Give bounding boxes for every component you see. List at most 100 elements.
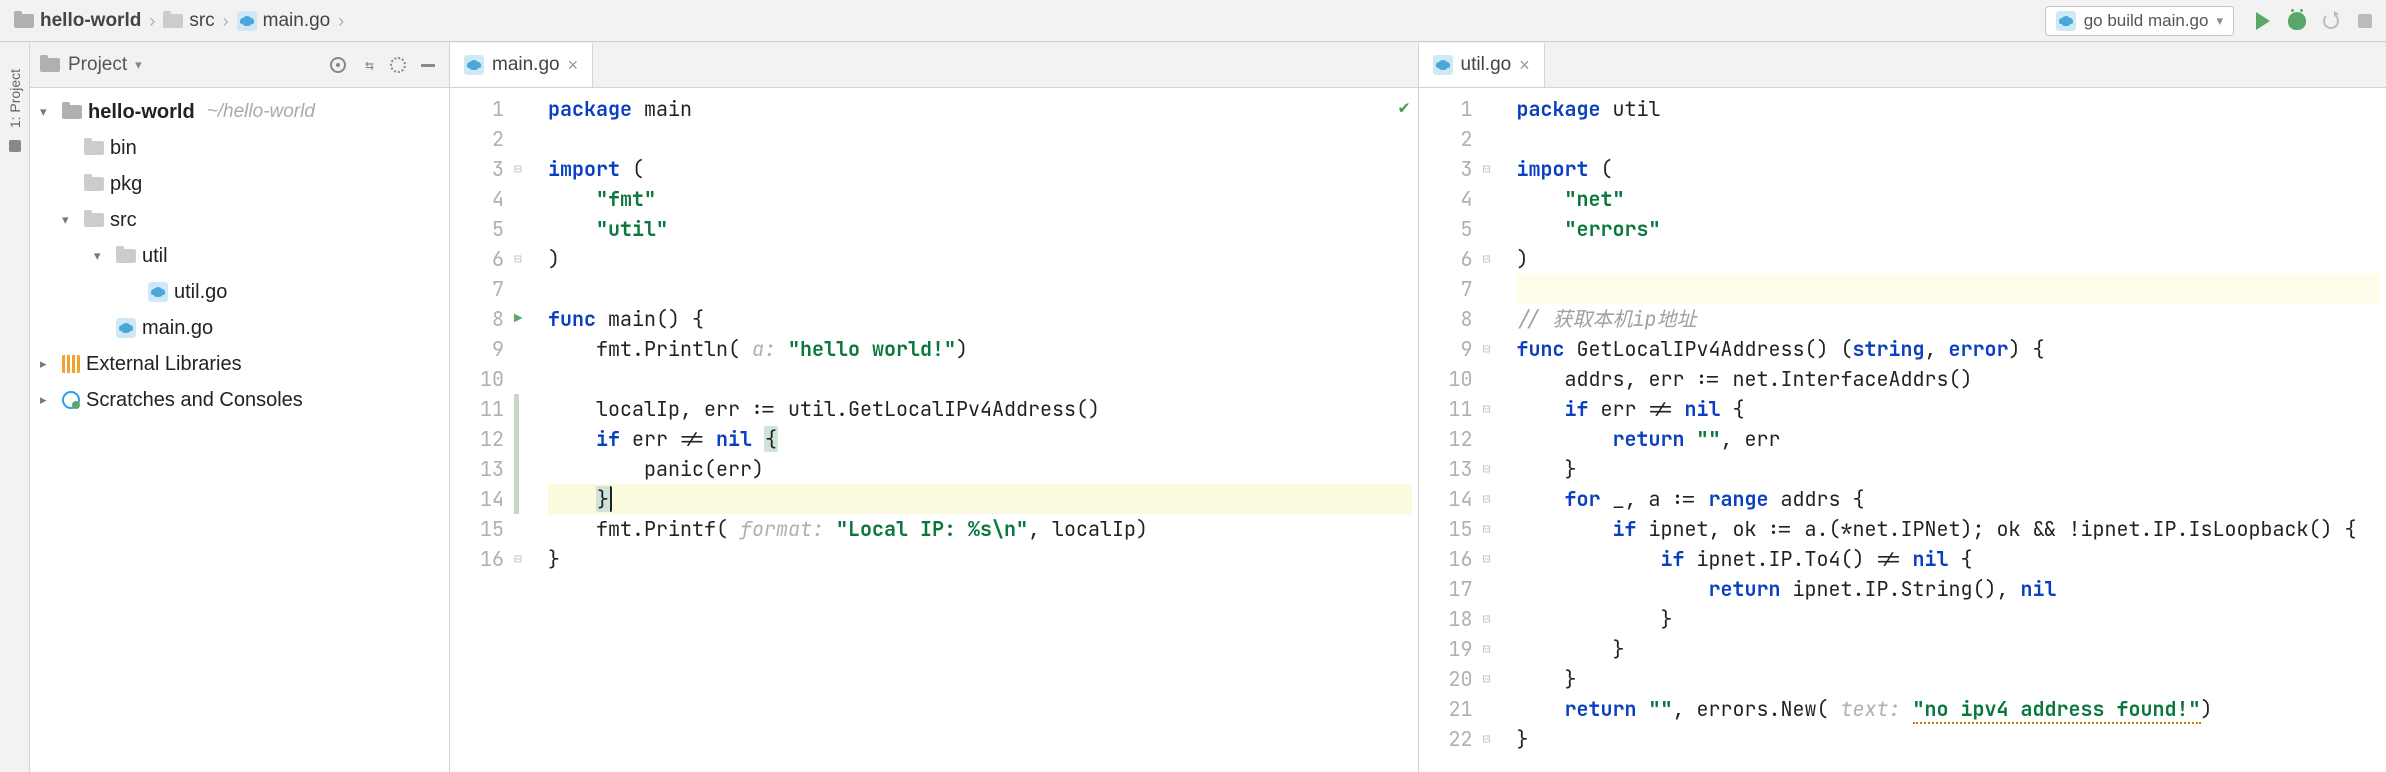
settings-button[interactable] bbox=[387, 54, 409, 76]
code-line[interactable]: "errors" bbox=[1517, 214, 2381, 244]
code-line[interactable]: func main() { bbox=[548, 304, 1412, 334]
tree-row[interactable]: bin bbox=[32, 130, 449, 166]
code-line[interactable]: ) bbox=[548, 244, 1412, 274]
fold-toggle[interactable]: ⊟ bbox=[1483, 339, 1491, 359]
code-line[interactable]: panic(err) bbox=[548, 454, 1412, 484]
line-number-gutter[interactable]: 12345678910111213141516171819202122 bbox=[1419, 88, 1483, 772]
debug-button[interactable] bbox=[2286, 10, 2308, 32]
code-line[interactable]: "util" bbox=[548, 214, 1412, 244]
code-line[interactable]: import ( bbox=[548, 154, 1412, 184]
code-line[interactable] bbox=[548, 364, 1412, 394]
fold-toggle[interactable]: ⊟ bbox=[514, 549, 522, 569]
code-line[interactable] bbox=[548, 124, 1412, 154]
code-line[interactable]: } bbox=[1517, 454, 2381, 484]
fold-toggle[interactable]: ⊟ bbox=[1483, 399, 1491, 419]
code-line[interactable]: "fmt" bbox=[548, 184, 1412, 214]
code-line[interactable]: return ipnet.IP.String(), nil bbox=[1517, 574, 2381, 604]
breadcrumb-item[interactable]: hello-world bbox=[10, 8, 145, 34]
code-line[interactable]: addrs, err := net.InterfaceAddrs() bbox=[1517, 364, 2381, 394]
structure-toolwindow-icon[interactable] bbox=[9, 140, 21, 152]
fold-toggle[interactable]: ⊟ bbox=[1483, 489, 1491, 509]
fold-toggle[interactable]: ⊟ bbox=[514, 249, 522, 269]
rerun-button[interactable] bbox=[2320, 10, 2342, 32]
code-line[interactable]: import ( bbox=[1517, 154, 2381, 184]
close-tab-button[interactable]: × bbox=[1519, 55, 1530, 76]
editor-tab[interactable]: main.go× bbox=[450, 43, 593, 87]
fold-gutter[interactable]: ⊟ ⊟ ▶ ⊟ bbox=[514, 88, 548, 772]
tree-item-label: pkg bbox=[110, 173, 142, 196]
code-line[interactable]: } bbox=[1517, 604, 2381, 634]
code-line[interactable]: } bbox=[548, 544, 1412, 574]
code-line[interactable]: for _, a := range addrs { bbox=[1517, 484, 2381, 514]
code-line[interactable]: } bbox=[1517, 664, 2381, 694]
expand-all-button[interactable]: ⇆ bbox=[357, 54, 379, 76]
fold-toggle[interactable]: ⊟ bbox=[1483, 159, 1491, 179]
tree-row[interactable]: util.go bbox=[32, 274, 449, 310]
hide-button[interactable] bbox=[417, 54, 439, 76]
code-line[interactable] bbox=[1517, 274, 2381, 304]
code-line[interactable]: func GetLocalIPv4Address() (string, erro… bbox=[1517, 334, 2381, 364]
code-line[interactable]: return "", err bbox=[1517, 424, 2381, 454]
code-line[interactable] bbox=[1517, 124, 2381, 154]
fold-toggle[interactable]: ⊟ bbox=[1483, 669, 1491, 689]
tree-row[interactable]: ▾src bbox=[32, 202, 449, 238]
fold-toggle[interactable]: ⊟ bbox=[1483, 729, 1491, 749]
run-config-selector[interactable]: go build main.go ▾ bbox=[2045, 6, 2234, 36]
code-line[interactable]: if ipnet.IP.To4() != nil { bbox=[1517, 544, 2381, 574]
fold-toggle[interactable]: ⊟ bbox=[1483, 519, 1491, 539]
project-tree[interactable]: ▾hello-world~/hello-worldbinpkg▾src▾util… bbox=[30, 88, 449, 772]
tree-item-label: src bbox=[110, 209, 137, 232]
fold-toggle[interactable]: ⊟ bbox=[1483, 609, 1491, 629]
tree-row[interactable]: main.go bbox=[32, 310, 449, 346]
tree-row[interactable]: ▸Scratches and Consoles bbox=[32, 382, 449, 418]
fold-gutter[interactable]: ⊟ ⊟ ⊟ ⊟ ⊟ ⊟ ⊟ ⊟ ⊟ ⊟ ⊟ ⊟ bbox=[1483, 88, 1517, 772]
run-button[interactable] bbox=[2252, 10, 2274, 32]
code-line[interactable] bbox=[548, 274, 1412, 304]
code-line[interactable]: package util bbox=[1517, 94, 2381, 124]
code-editor[interactable]: 12345678910111213141516⊟⊟▶⊟✔package main… bbox=[450, 88, 1418, 772]
close-tab-button[interactable]: × bbox=[568, 55, 579, 76]
code-line[interactable]: package main bbox=[548, 94, 1412, 124]
breadcrumb-item[interactable]: main.go bbox=[233, 8, 335, 34]
tree-arrow-icon: ▾ bbox=[40, 104, 56, 120]
fold-toggle[interactable]: ⊟ bbox=[1483, 459, 1491, 479]
top-toolbar: hello-world›src›main.go› go build main.g… bbox=[0, 0, 2386, 42]
tree-row[interactable]: ▾hello-world~/hello-world bbox=[32, 94, 449, 130]
fold-toggle[interactable]: ⊟ bbox=[514, 159, 522, 179]
line-number-gutter[interactable]: 12345678910111213141516 bbox=[450, 88, 514, 772]
code-line[interactable]: fmt.Printf( format: "Local IP: %s\n", lo… bbox=[548, 514, 1412, 544]
code-line[interactable]: if ipnet, ok := a.(*net.IPNet); ok && !i… bbox=[1517, 514, 2381, 544]
code-line[interactable]: // 获取本机ip地址 bbox=[1517, 304, 2381, 334]
code-line[interactable]: } bbox=[548, 484, 1412, 514]
tree-arrow-icon: ▸ bbox=[40, 356, 56, 372]
editor-tab-label: util.go bbox=[1461, 54, 1512, 76]
code-line[interactable]: } bbox=[1517, 634, 2381, 664]
code-editor[interactable]: 12345678910111213141516171819202122⊟⊟⊟⊟⊟… bbox=[1419, 88, 2386, 772]
code-line[interactable]: fmt.Println( a: "hello world!") bbox=[548, 334, 1412, 364]
chevron-down-icon[interactable]: ▾ bbox=[135, 57, 142, 73]
fold-toggle[interactable]: ⊟ bbox=[1483, 639, 1491, 659]
tree-row[interactable]: ▸External Libraries bbox=[32, 346, 449, 382]
code-content[interactable]: package util import ( "net" "errors") // 获… bbox=[1517, 88, 2386, 772]
select-opened-file-button[interactable] bbox=[327, 54, 349, 76]
tree-row[interactable]: pkg bbox=[32, 166, 449, 202]
breadcrumb-label: hello-world bbox=[40, 10, 141, 32]
code-content[interactable]: ✔package mainimport ( "fmt" "util")func … bbox=[548, 88, 1418, 772]
code-line[interactable]: if err != nil { bbox=[548, 424, 1412, 454]
code-line[interactable]: "net" bbox=[1517, 184, 2381, 214]
code-line[interactable]: return "", errors.New( text: "no ipv4 ad… bbox=[1517, 694, 2381, 724]
tree-row[interactable]: ▾util bbox=[32, 238, 449, 274]
breadcrumb-item[interactable]: src bbox=[159, 8, 218, 34]
code-line[interactable]: localIp, err := util.GetLocalIPv4Address… bbox=[548, 394, 1412, 424]
project-pane: Project ▾ ⇆ ▾hello-world~/hello-worldbin… bbox=[30, 43, 450, 772]
fold-toggle[interactable]: ⊟ bbox=[1483, 549, 1491, 569]
code-line[interactable]: if err != nil { bbox=[1517, 394, 2381, 424]
run-line-marker[interactable]: ▶ bbox=[514, 309, 522, 330]
editor-tab[interactable]: util.go × bbox=[1419, 43, 1545, 87]
folder-dark-icon bbox=[62, 105, 82, 119]
fold-toggle[interactable]: ⊟ bbox=[1483, 249, 1491, 269]
project-toolwindow-tab[interactable]: 1: Project bbox=[7, 63, 23, 134]
stop-button[interactable] bbox=[2354, 10, 2376, 32]
code-line[interactable]: } bbox=[1517, 724, 2381, 754]
code-line[interactable]: ) bbox=[1517, 244, 2381, 274]
